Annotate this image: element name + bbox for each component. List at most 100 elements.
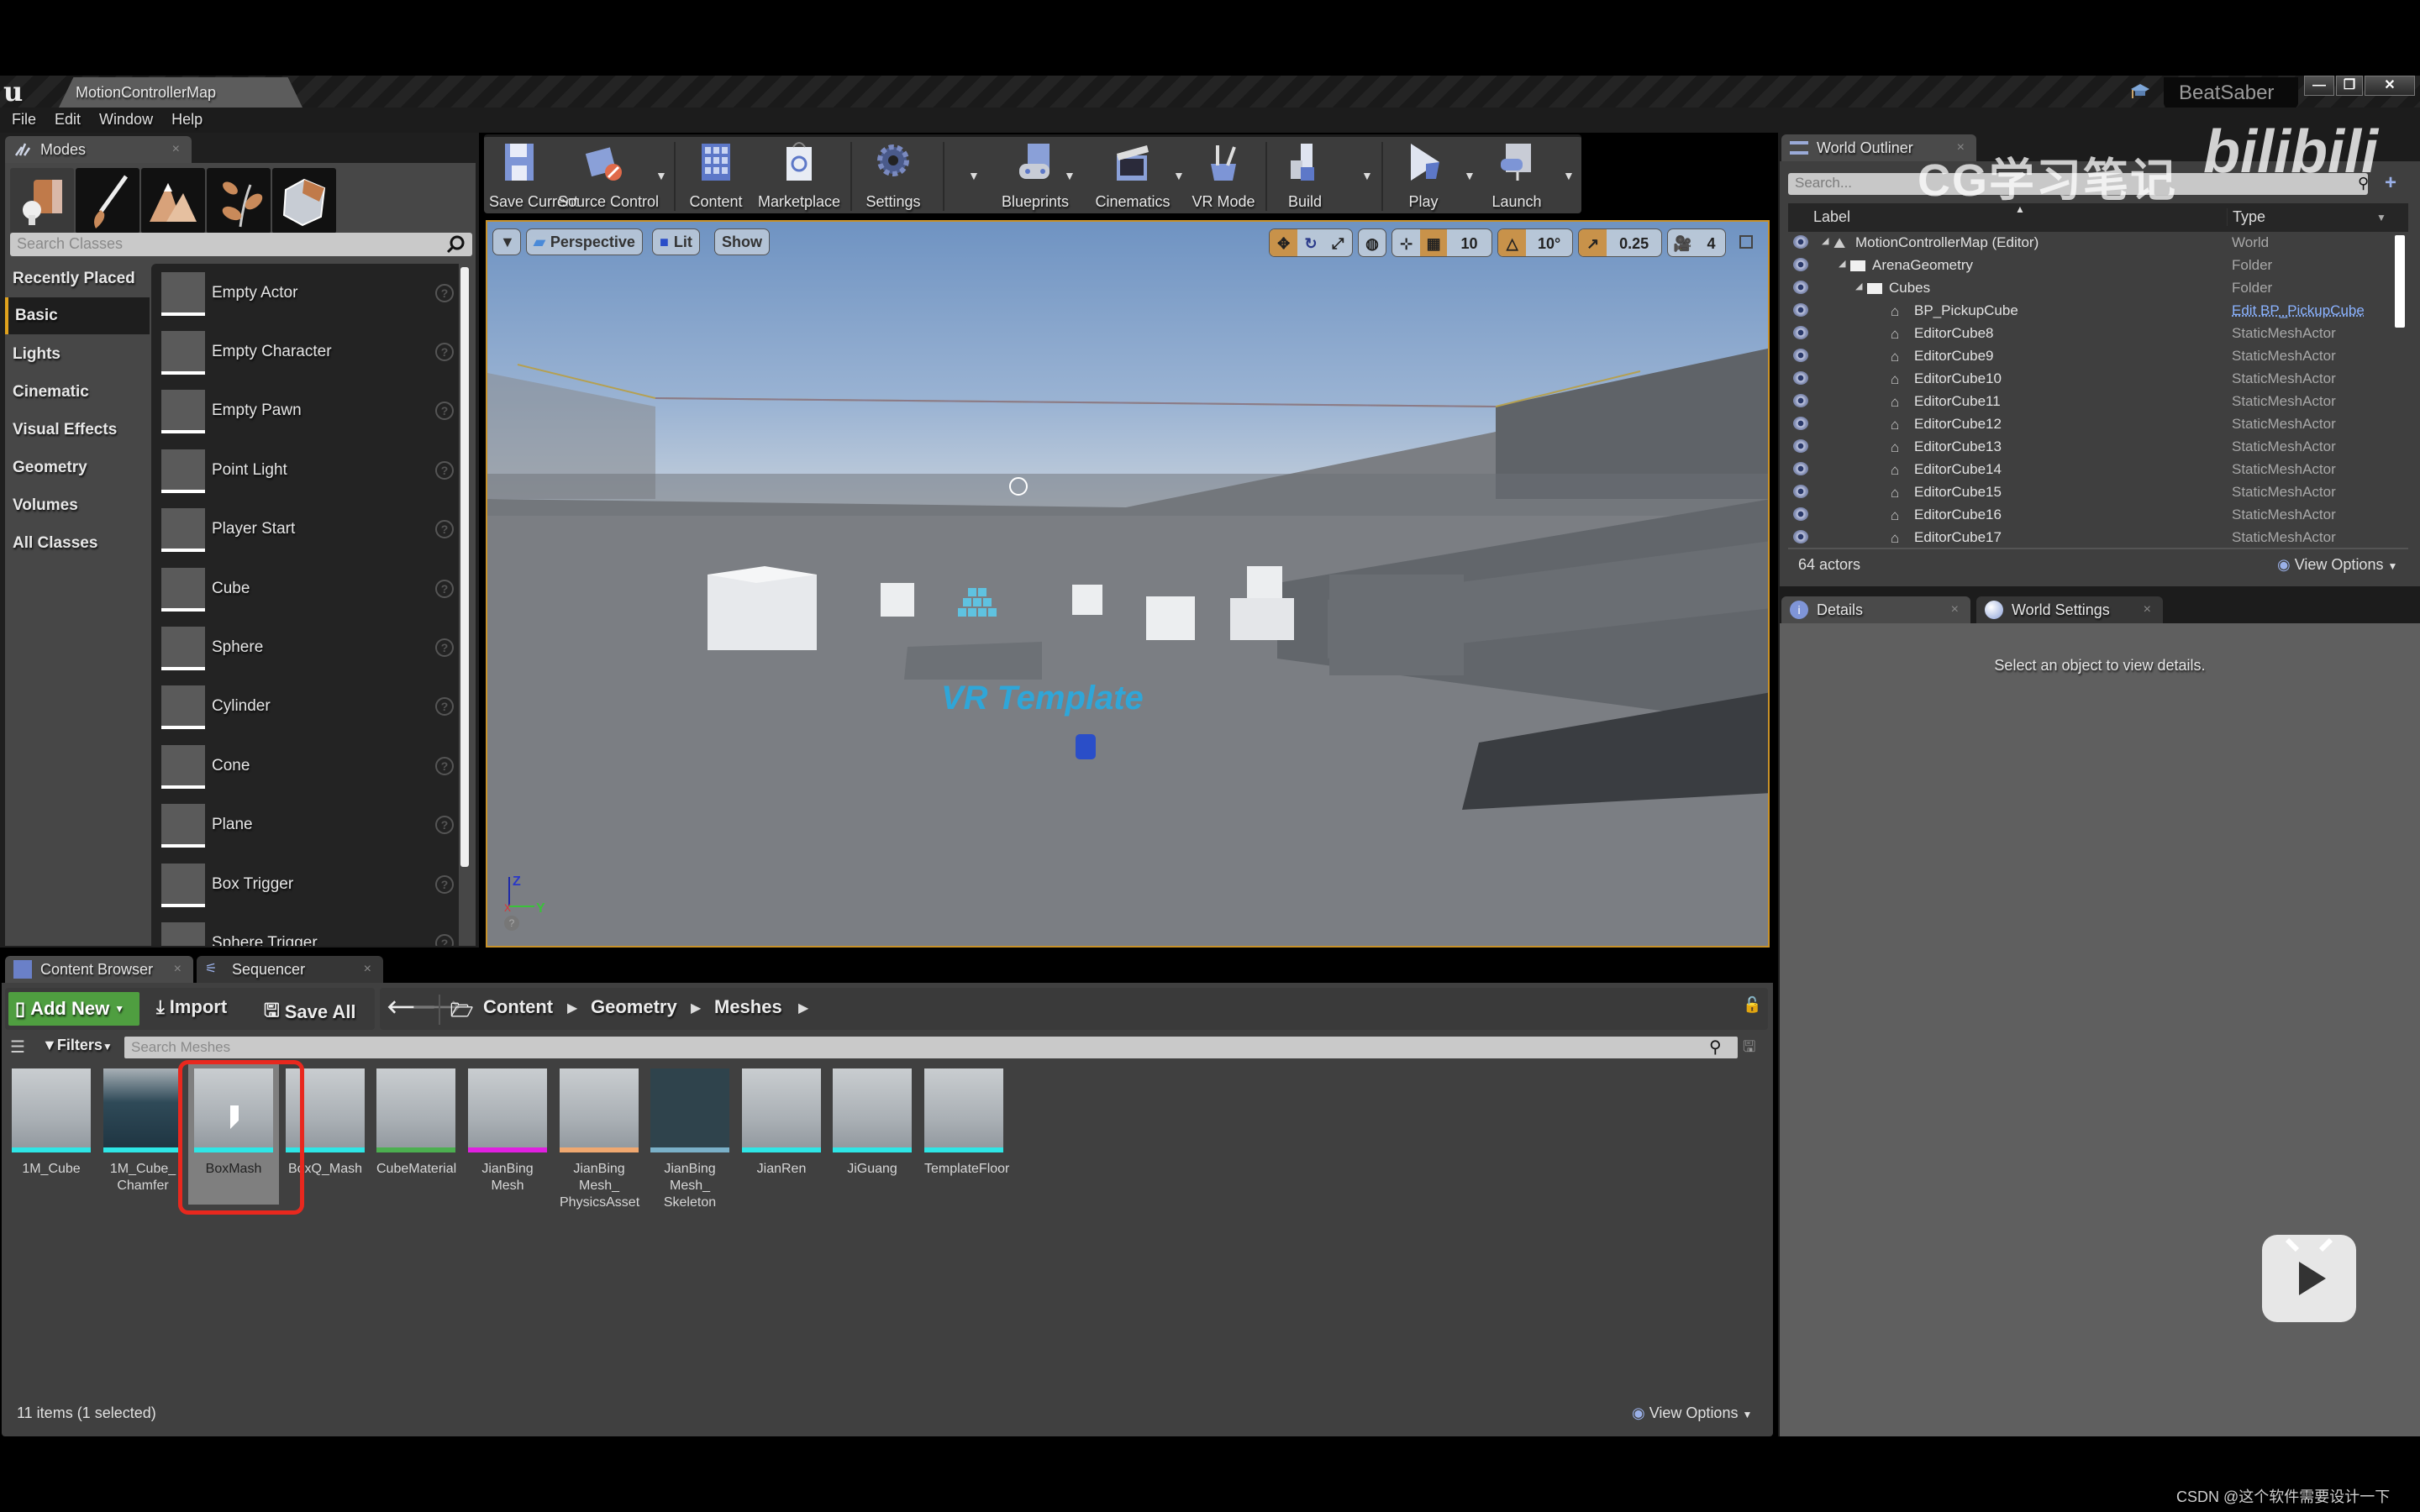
chevron-down-icon[interactable]: ▼: [1361, 169, 1373, 182]
place-mode-button[interactable]: [10, 168, 74, 234]
class-item-empty-actor[interactable]: Empty Actor ?: [161, 272, 455, 323]
help-icon[interactable]: ?: [435, 343, 454, 361]
menu-file[interactable]: File: [12, 108, 51, 133]
chevron-down-icon[interactable]: ▼: [968, 169, 980, 182]
help-icon[interactable]: ?: [435, 402, 454, 420]
breadcrumb-geometry[interactable]: Geometry: [591, 996, 677, 1018]
grid-snap-value[interactable]: 10: [1447, 229, 1491, 256]
add-new-button[interactable]: ▯ Add New ▼: [8, 992, 139, 1026]
category-lights[interactable]: Lights: [5, 336, 150, 373]
visibility-eye-icon[interactable]: [1793, 235, 1808, 249]
geometry-edit-mode-button[interactable]: [272, 168, 336, 234]
tab-details[interactable]: i Details ×: [1781, 596, 1970, 623]
class-item-sphere[interactable]: Sphere ?: [161, 627, 455, 677]
tab-content-browser[interactable]: Content Browser ×: [5, 956, 193, 983]
category-all-classes[interactable]: All Classes: [5, 525, 150, 562]
asset-tile[interactable]: JianBing Mesh_ PhysicsAsset: [560, 1068, 639, 1211]
asset-tile[interactable]: JianBing Mesh_ Skeleton: [650, 1068, 729, 1211]
help-icon[interactable]: ?: [435, 934, 454, 946]
outliner-row[interactable]: ◢ Cubes Folder: [1788, 277, 2393, 300]
visibility-eye-icon[interactable]: [1793, 485, 1808, 498]
scale-icon[interactable]: ⤢: [1324, 229, 1352, 256]
search-meshes-input[interactable]: Search Meshes: [124, 1037, 1738, 1058]
asset-tile[interactable]: 1M_Cube: [12, 1068, 91, 1178]
menu-window[interactable]: Window: [99, 108, 168, 133]
sources-panel-toggle-icon[interactable]: ☰: [10, 1037, 30, 1057]
help-icon[interactable]: ?: [435, 697, 454, 716]
visibility-eye-icon[interactable]: [1793, 462, 1808, 475]
world-local-toggle[interactable]: ◍: [1358, 228, 1386, 257]
visibility-eye-icon[interactable]: [1793, 439, 1808, 453]
search-icon[interactable]: ⚲: [1709, 1037, 1729, 1057]
outliner-row[interactable]: ⌂ EditorCube17 StaticMeshActor: [1788, 527, 2393, 549]
help-icon[interactable]: ?: [435, 461, 454, 480]
outliner-row[interactable]: ⌂ EditorCube13 StaticMeshActor: [1788, 436, 2393, 459]
class-item-player-start[interactable]: Player Start ?: [161, 508, 455, 559]
show-button[interactable]: Show: [714, 228, 770, 255]
chevron-down-icon[interactable]: ▼: [1464, 169, 1476, 182]
class-item-empty-pawn[interactable]: Empty Pawn ?: [161, 390, 455, 440]
help-icon[interactable]: ?: [435, 284, 454, 302]
graduation-cap-icon[interactable]: [2130, 81, 2150, 102]
surface-snap-icon[interactable]: ⊹: [1392, 229, 1420, 256]
camera-speed-group[interactable]: 🎥 4: [1667, 228, 1726, 257]
help-icon[interactable]: ?: [435, 520, 454, 538]
class-item-cone[interactable]: Cone ?: [161, 745, 455, 795]
column-label[interactable]: Label: [1813, 208, 1850, 226]
visibility-eye-icon[interactable]: [1793, 258, 1808, 271]
class-item-cylinder[interactable]: Cylinder ?: [161, 685, 455, 736]
close-icon[interactable]: ×: [2144, 602, 2151, 617]
search-classes-input[interactable]: Search Classes: [10, 233, 472, 256]
help-icon[interactable]: ?: [435, 580, 454, 598]
landscape-mode-button[interactable]: [141, 168, 205, 234]
asset-tile[interactable]: JiGuang: [833, 1068, 912, 1178]
restore-button[interactable]: ❐: [2336, 76, 2363, 96]
marketplace-button[interactable]: Marketplace: [755, 140, 844, 213]
outliner-row[interactable]: ⌂ BP_PickupCube Edit BP_PickupCube: [1788, 300, 2393, 323]
lit-button[interactable]: ■ Lit: [652, 228, 700, 255]
outliner-row[interactable]: ⌂ EditorCube8 StaticMeshActor: [1788, 323, 2393, 345]
menu-edit[interactable]: Edit: [55, 108, 96, 133]
visibility-eye-icon[interactable]: [1793, 326, 1808, 339]
category-basic[interactable]: Basic: [5, 297, 150, 334]
help-icon[interactable]: ?: [504, 916, 519, 931]
class-item-point-light[interactable]: Point Light ?: [161, 449, 455, 500]
category-visual-effects[interactable]: Visual Effects: [5, 412, 150, 449]
category-recently-placed[interactable]: Recently Placed: [5, 260, 150, 297]
category-cinematic[interactable]: Cinematic: [5, 374, 150, 411]
launch-button[interactable]: Launch: [1479, 140, 1555, 213]
lock-icon[interactable]: 🔓: [1743, 996, 1761, 1016]
class-list-scrollbar[interactable]: [460, 267, 469, 867]
outliner-row[interactable]: ⌂ EditorCube11 StaticMeshActor: [1788, 391, 2393, 413]
help-icon[interactable]: ?: [435, 757, 454, 775]
rotate-icon[interactable]: ↻: [1297, 229, 1323, 256]
close-icon[interactable]: ×: [172, 142, 180, 157]
paint-mode-button[interactable]: [76, 168, 139, 234]
close-icon[interactable]: ×: [364, 962, 371, 977]
column-options-icon[interactable]: ▼: [2376, 212, 2386, 223]
save-all-button[interactable]: 🖫 Save All: [264, 996, 356, 1028]
visibility-eye-icon[interactable]: [1793, 349, 1808, 362]
import-button[interactable]: ⤓ Import: [156, 996, 227, 1018]
class-item-sphere-trigger[interactable]: Sphere Trigger ?: [161, 922, 455, 946]
play-button[interactable]: Play: [1390, 140, 1457, 213]
help-icon[interactable]: ?: [435, 816, 454, 834]
tab-world-settings[interactable]: World Settings ×: [1976, 596, 2163, 623]
breadcrumb-arrow-icon[interactable]: ▶: [567, 1000, 577, 1016]
visibility-eye-icon[interactable]: [1793, 530, 1808, 543]
content-button[interactable]: Content: [684, 140, 748, 213]
cinematics-button[interactable]: Cinematics: [1092, 140, 1173, 213]
asset-tile[interactable]: TemplateFloor: [924, 1068, 1009, 1178]
viewport-options-button[interactable]: ▼: [492, 228, 521, 255]
minimize-button[interactable]: —: [2304, 76, 2334, 96]
outliner-row[interactable]: ⌂ EditorCube14 StaticMeshActor: [1788, 459, 2393, 481]
close-button[interactable]: ✕: [2365, 76, 2415, 96]
outliner-row[interactable]: ⌂ EditorCube15 StaticMeshActor: [1788, 481, 2393, 504]
create-folder-icon[interactable]: +: [2385, 171, 2407, 194]
visibility-eye-icon[interactable]: [1793, 394, 1808, 407]
scale-snap-value[interactable]: 0.25: [1607, 229, 1661, 256]
breadcrumb-arrow-icon[interactable]: ▶: [798, 1000, 808, 1016]
build-button[interactable]: Build: [1276, 140, 1334, 213]
class-item-plane[interactable]: Plane ?: [161, 804, 455, 854]
grid-icon[interactable]: ▦: [1420, 229, 1447, 256]
